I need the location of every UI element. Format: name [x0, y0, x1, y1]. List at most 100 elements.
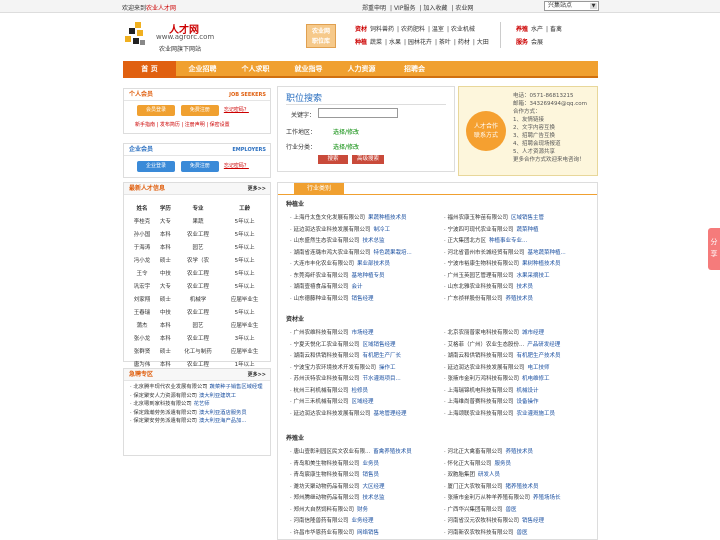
job-listing[interactable]: · 双胞胎集团 研发人员: [444, 470, 500, 478]
job-listing[interactable]: · 河北省晋州市长城经贸有限公司 基地蔬菜种植...: [444, 248, 566, 256]
job-listing[interactable]: · 河南新农农牧科技有限公司 兽医: [444, 528, 528, 536]
job-listing[interactable]: · 河北正大禽畜有限公司 养殖技术员: [444, 447, 533, 455]
urgent-item[interactable]: · 保定聚安人力资源有限公司 澳大利亚建筑工: [130, 392, 270, 401]
company-login-button[interactable]: 企业登录: [137, 161, 175, 172]
job-title[interactable]: 基地种植专员: [352, 273, 385, 279]
job-title[interactable]: 会计: [352, 284, 363, 290]
member-login-button[interactable]: 会员登录: [137, 105, 175, 116]
job-company[interactable]: 福州农康玉种苗有限公司: [448, 215, 509, 221]
job-listing[interactable]: · 广州农维科技有限公司 市场经理: [290, 328, 374, 336]
job-title[interactable]: 兽医: [517, 530, 528, 536]
job-listing[interactable]: · 广州玉英园艺管理有限公司 水果采摘技工: [444, 271, 550, 279]
job-listing[interactable]: · 杭州三利机械有限公司 检修员: [290, 386, 368, 394]
personal-link[interactable]: 新手指南: [135, 122, 155, 128]
talent-row[interactable]: 王春瑞 中技 农业工程 5年以上: [128, 305, 268, 318]
job-title[interactable]: 养殖技术员: [506, 296, 534, 302]
job-listing[interactable]: · 青岛宸康生物科技有限公司 销售员: [290, 470, 379, 478]
talent-row[interactable]: 刘家翔 硕士 机械学 应届毕业生: [128, 292, 268, 305]
talent-row[interactable]: 蒲杰 本科 园艺 应届毕业生: [128, 318, 268, 331]
job-listing[interactable]: · 福州农康玉种苗有限公司 区域销售主管: [444, 213, 544, 221]
job-title[interactable]: 业务员: [363, 461, 380, 467]
job-company[interactable]: 苏州沃特农业科技有限公司: [294, 376, 360, 382]
job-title[interactable]: 区域销售经理: [363, 342, 396, 348]
job-company[interactable]: 青岛和美生物科技有限公司: [294, 461, 360, 467]
welcome-site[interactable]: 农业人才网: [146, 5, 176, 12]
personal-link[interactable]: 注册声明: [185, 122, 205, 128]
job-listing[interactable]: · 宁波四可现代农业有限公司 蔬菜种植: [444, 225, 539, 233]
job-listing[interactable]: · 潍坊天聚动物药品有限公司 大区经理: [290, 482, 385, 490]
job-title[interactable]: 技术员: [517, 284, 534, 290]
job-listing[interactable]: · 山东北雅农业科技有限公司 技术员: [444, 282, 533, 290]
job-listing[interactable]: · 艾格菲（广州）农业生态股份... 产品研发经理: [444, 340, 560, 348]
job-title[interactable]: 种植事业专业...: [489, 238, 527, 244]
job-company[interactable]: 广州农维科技有限公司: [294, 330, 349, 336]
job-title[interactable]: 水果采摘技工: [517, 273, 550, 279]
job-company[interactable]: 艾格菲（广州）农业生态股份...: [448, 342, 525, 348]
job-title[interactable]: 节水灌溉项目...: [363, 376, 401, 382]
job-title[interactable]: 技术总监: [363, 495, 385, 501]
job-company[interactable]: 张掖市金利万从种羊养殖有限公司: [448, 495, 531, 501]
talent-row[interactable]: 冯小龙 硕士 农学（农 5年以上: [128, 253, 268, 266]
category-link[interactable]: 药材: [458, 39, 470, 46]
job-company[interactable]: 湖南云和供销科技有限公司: [448, 353, 514, 359]
company-register-button[interactable]: 免费注册: [180, 161, 219, 172]
job-listing[interactable]: · 广西华兴集团有限公司 兽医: [444, 505, 517, 513]
job-title[interactable]: 有机肥生产技术员: [517, 353, 561, 359]
job-company[interactable]: 山东德藤种业有限公司: [294, 296, 349, 302]
job-company[interactable]: 郑州腾继动物药品有限公司: [294, 495, 360, 501]
job-title[interactable]: 基地管理经理: [374, 411, 407, 417]
job-listing[interactable]: · 北京农丽普家电科技有限公司 城市经理: [444, 328, 544, 336]
job-title[interactable]: 兽医: [506, 507, 517, 513]
job-company[interactable]: 潍坊天聚动物药品有限公司: [294, 484, 360, 490]
job-title[interactable]: 销售员: [363, 472, 380, 478]
member-register-button[interactable]: 免费注册: [180, 105, 219, 116]
talent-row[interactable]: 张群贤 硕士 化工与制药 应届毕业生: [128, 344, 268, 357]
job-title[interactable]: 区域销售主管: [511, 215, 544, 221]
job-title[interactable]: 果树种植技术员: [522, 261, 561, 267]
job-title[interactable]: 网络销售: [357, 530, 379, 536]
talent-row[interactable]: 张小龙 本科 农业工程 3年以上: [128, 331, 268, 344]
job-company[interactable]: 山东盛然生态农业有限公司: [294, 238, 360, 244]
job-listing[interactable]: · 宁夏天悦化工农业有限公司 区域销售经理: [290, 340, 396, 348]
job-title[interactable]: 服务员: [495, 461, 512, 467]
personal-forgot-link[interactable]: 忘记密码？: [224, 107, 249, 113]
job-company[interactable]: 厦门正大农牧有限公司: [448, 484, 503, 490]
search-button[interactable]: 搜索: [318, 155, 348, 164]
job-title[interactable]: 机电维修工: [522, 376, 550, 382]
job-title[interactable]: 果蔬种植技术员: [368, 215, 407, 221]
job-company[interactable]: 杭州三利机械有限公司: [294, 388, 349, 394]
job-listing[interactable]: · 上海颂联农业科技有限公司 农业灌溉施工员: [444, 409, 555, 417]
job-title[interactable]: 果业部技术员: [357, 261, 390, 267]
urgent-item[interactable]: · 北京腾丰现代农业发展有限公司 蔬菜种子销售区域经理: [130, 383, 270, 392]
job-title[interactable]: 操作工: [379, 365, 396, 371]
talent-row[interactable]: 于海涛 本科 园艺 5年以上: [128, 240, 268, 253]
job-company[interactable]: 宁波宝力农环境技术开发有限公司: [294, 365, 377, 371]
job-company[interactable]: 宁夏天悦化工农业有限公司: [294, 342, 360, 348]
job-title[interactable]: 产品研发经理: [527, 342, 560, 348]
top-link-vip[interactable]: VIP服务: [394, 5, 416, 12]
job-listing[interactable]: · 宁波市裕康生物科技有限公司 果树种植技术员: [444, 259, 561, 267]
job-listing[interactable]: · 唐山壹彰利园区民文农业有限... 畜禽养殖技术员: [290, 447, 412, 455]
job-listing[interactable]: · 河南省汉元农牧科技有限公司 销售经理: [444, 516, 544, 524]
job-company[interactable]: 河南新农农牧科技有限公司: [448, 530, 514, 536]
job-company[interactable]: 湖南省连璐市鸿大农业有限公司: [294, 250, 371, 256]
job-company[interactable]: 延边润达农业科技发展有限公司: [294, 227, 371, 233]
talent-row[interactable]: 王令 中技 农业工程 5年以上: [128, 266, 268, 279]
job-title[interactable]: 销售经理: [352, 296, 374, 302]
job-company[interactable]: 东莞海纤农业有限公司: [294, 273, 349, 279]
job-listing[interactable]: · 湖南壹禧食品有限公司 会计: [290, 282, 363, 290]
job-company[interactable]: 河北省晋州市长城经贸有限公司: [448, 250, 525, 256]
job-title[interactable]: 机械设计: [517, 388, 539, 394]
job-listing[interactable]: · 青岛和美生物科技有限公司 业务员: [290, 459, 379, 467]
job-title[interactable]: 检修员: [352, 388, 369, 394]
category-link[interactable]: 水产: [531, 26, 543, 33]
category-link[interactable]: 园林花卉: [408, 39, 432, 46]
job-title[interactable]: 大区经理: [363, 484, 385, 490]
top-link-agri[interactable]: 农业网: [455, 5, 473, 12]
job-listing[interactable]: · 郑州大自然饲料有限公司 财务: [290, 505, 368, 513]
nav-company-jobs[interactable]: 企业招聘: [176, 61, 229, 78]
job-company[interactable]: 上海维尚普赛科技有限公司: [448, 399, 514, 405]
job-title[interactable]: 猪养殖技术员: [506, 484, 539, 490]
job-company[interactable]: 宁波市裕康生物科技有限公司: [448, 261, 520, 267]
category-link[interactable]: 茶叶: [439, 39, 451, 46]
